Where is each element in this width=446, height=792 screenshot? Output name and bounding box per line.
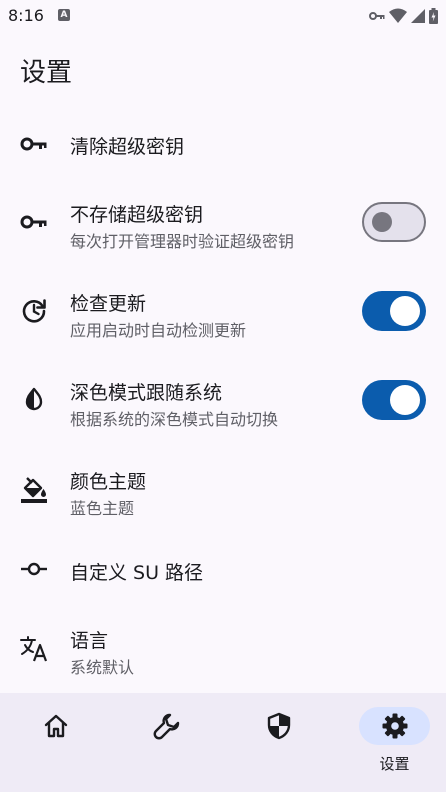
page-title: 设置 <box>20 58 73 88</box>
format-color-fill-icon <box>20 475 48 503</box>
setting-title: 深色模式跟随系统 <box>70 382 223 404</box>
setting-language[interactable]: 语言 系统默认 <box>0 604 446 693</box>
status-icons <box>369 7 438 25</box>
battery-icon <box>429 8 438 24</box>
gear-icon <box>382 713 407 739</box>
dark-mode-follow-system-toggle[interactable] <box>362 380 426 420</box>
signal-icon <box>411 9 425 23</box>
nav-home[interactable] <box>0 693 111 792</box>
update-icon <box>20 297 48 325</box>
key-icon <box>369 12 385 20</box>
setting-check-update[interactable]: 检查更新 应用启动时自动检测更新 <box>0 267 446 356</box>
setting-title: 检查更新 <box>70 293 147 315</box>
nav-tools[interactable] <box>111 693 222 792</box>
nav-icon-container <box>243 707 314 745</box>
nav-icon-container <box>20 707 91 745</box>
setting-title: 不存储超级密钥 <box>70 204 204 226</box>
toggle-knob <box>390 296 420 326</box>
setting-subtitle: 应用启动时自动检测更新 <box>70 321 247 340</box>
wrench-icon <box>153 713 179 740</box>
setting-dont-store-super-key[interactable]: 不存储超级密钥 每次打开管理器时验证超级密钥 <box>0 178 446 267</box>
nav-icon-container-active <box>359 707 430 745</box>
dont-store-super-key-toggle[interactable] <box>362 202 426 242</box>
commit-icon <box>20 555 48 583</box>
check-update-toggle[interactable] <box>362 291 426 331</box>
setting-title: 清除超级密钥 <box>70 136 185 158</box>
setting-clear-super-key[interactable]: 清除超级密钥 <box>0 100 446 189</box>
shield-icon <box>267 712 290 740</box>
bottom-navigation: 设置 <box>0 693 446 792</box>
nav-security[interactable] <box>223 693 334 792</box>
nav-label: 设置 <box>379 755 410 773</box>
setting-title: 自定义 SU 路径 <box>70 562 204 584</box>
translate-icon <box>20 634 48 662</box>
toggle-knob <box>372 212 392 232</box>
key-icon <box>20 130 48 158</box>
setting-subtitle: 蓝色主题 <box>70 499 135 518</box>
status-time: 8:16 <box>8 6 44 25</box>
toggle-knob <box>390 385 420 415</box>
setting-subtitle: 根据系统的深色模式自动切换 <box>70 410 279 429</box>
a-icon: A <box>58 9 70 21</box>
nav-settings[interactable]: 设置 <box>339 693 446 792</box>
home-icon <box>44 714 67 738</box>
setting-subtitle: 系统默认 <box>70 658 135 677</box>
nav-icon-container <box>131 707 202 745</box>
contrast-icon <box>20 386 48 414</box>
setting-dark-mode-follow-system[interactable]: 深色模式跟随系统 根据系统的深色模式自动切换 <box>0 356 446 445</box>
key-icon <box>20 208 48 236</box>
wifi-icon <box>389 8 407 23</box>
setting-title: 颜色主题 <box>70 471 147 493</box>
status-bar: 8:16 A <box>0 0 446 32</box>
setting-color-theme[interactable]: 颜色主题 蓝色主题 <box>0 445 446 534</box>
setting-title: 语言 <box>70 630 109 652</box>
setting-custom-su-path[interactable]: 自定义 SU 路径 <box>0 525 446 614</box>
setting-subtitle: 每次打开管理器时验证超级密钥 <box>70 232 295 251</box>
